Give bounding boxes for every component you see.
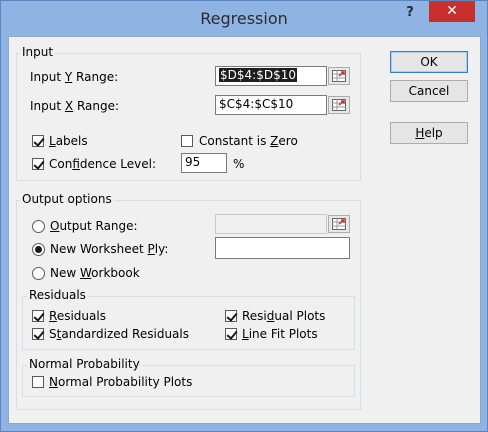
input-x-range-value: $C$4:$C$10	[219, 97, 294, 111]
normal-probability-label: Normal Probability	[27, 357, 142, 371]
dialog-body: Input Input Y Range: $D$4:$D$10 Input X …	[8, 36, 481, 424]
confidence-level-checkbox[interactable]	[32, 158, 44, 170]
cancel-button[interactable]: Cancel	[390, 80, 468, 102]
new-worksheet-ply-label: New Worksheet Ply:	[50, 242, 169, 256]
residual-plots-label: Residual Plots	[242, 309, 326, 323]
residuals-label: Residuals	[27, 288, 88, 302]
confidence-level-unit: %	[233, 157, 245, 171]
residuals-group	[22, 296, 355, 350]
residuals-checkbox[interactable]	[32, 310, 44, 322]
input-y-range-value: $D$4:$D$10	[219, 68, 297, 82]
title-bar[interactable]: Regression ? ✕	[1, 1, 487, 35]
regression-dialog: Regression ? ✕ Input Input Y Range: $D$4…	[0, 0, 488, 432]
line-fit-plots-checkbox[interactable]	[225, 328, 237, 340]
help-button[interactable]: Help	[390, 122, 468, 144]
line-fit-plots-label: Line Fit Plots	[242, 327, 318, 341]
input-y-range-field[interactable]: $D$4:$D$10	[215, 66, 327, 86]
constant-is-zero-checkbox[interactable]	[181, 135, 193, 147]
residuals-option-label: Residuals	[49, 309, 106, 323]
new-workbook-label: New Workbook	[50, 266, 140, 280]
new-workbook-radio[interactable]	[32, 267, 45, 280]
close-button[interactable]: ✕	[429, 1, 475, 22]
new-worksheet-ply-input[interactable]	[215, 237, 350, 259]
output-range-label: Output Range:	[50, 219, 138, 233]
help-question-icon[interactable]: ?	[399, 5, 421, 25]
output-range-radio[interactable]	[32, 220, 45, 233]
residual-plots-checkbox[interactable]	[225, 310, 237, 322]
range-picker-icon	[332, 99, 346, 111]
normal-probability-plots-label: Normal Probability Plots	[49, 375, 193, 389]
new-worksheet-ply-radio[interactable]	[32, 243, 45, 256]
input-x-range-label: Input X Range:	[30, 99, 120, 113]
range-picker-icon	[332, 218, 346, 230]
constant-is-zero-label: Constant is Zero	[199, 134, 298, 148]
standardized-residuals-checkbox[interactable]	[32, 328, 44, 340]
labels-checkbox[interactable]	[32, 135, 44, 147]
labels-label: Labels	[49, 134, 88, 148]
ok-button[interactable]: OK	[390, 51, 468, 73]
confidence-level-input[interactable]: 95	[181, 153, 227, 173]
standardized-residuals-label: Standardized Residuals	[49, 327, 189, 341]
confidence-level-label: Confidence Level:	[49, 157, 157, 171]
output-range-picker-button[interactable]	[328, 215, 350, 233]
input-y-range-label: Input Y Range:	[30, 70, 119, 84]
close-icon: ✕	[446, 3, 458, 19]
input-x-range-field[interactable]: $C$4:$C$10	[215, 95, 327, 115]
normal-probability-plots-checkbox[interactable]	[32, 376, 44, 388]
input-x-range-picker-button[interactable]	[328, 96, 350, 114]
input-group-label: Input	[20, 45, 56, 59]
output-options-label: Output options	[20, 192, 114, 206]
range-picker-icon	[332, 70, 346, 82]
output-range-field[interactable]	[215, 214, 327, 234]
input-y-range-picker-button[interactable]	[328, 67, 350, 85]
